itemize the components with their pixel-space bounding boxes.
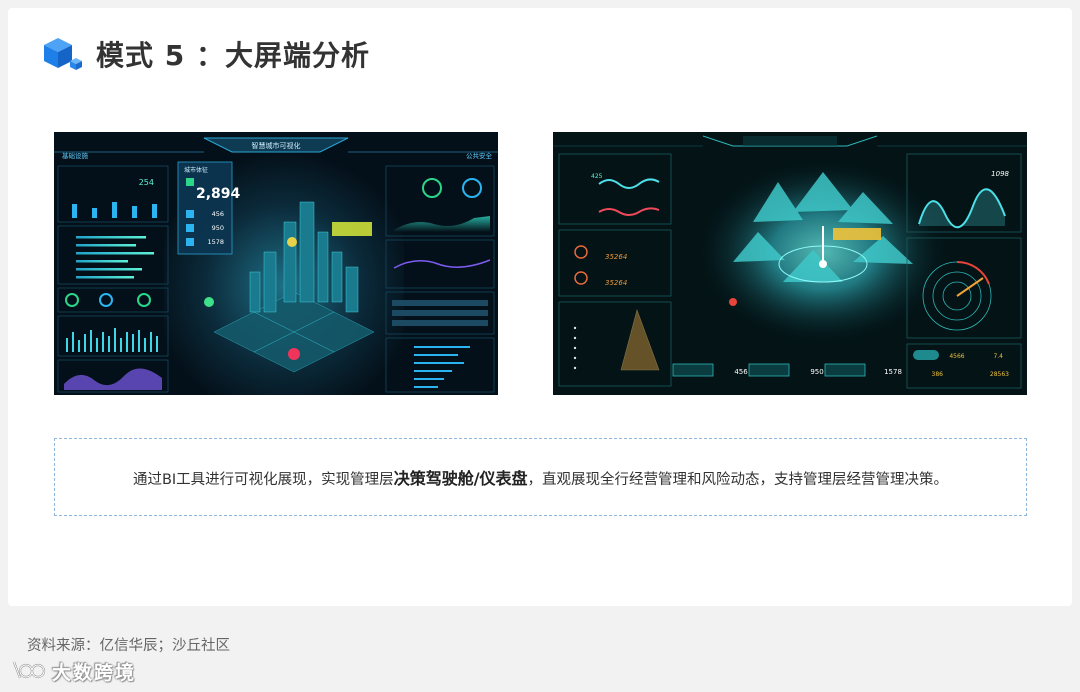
svg-text:7.4: 7.4 xyxy=(993,353,1003,360)
watermark-logo-icon xyxy=(12,661,46,679)
svg-text:456: 456 xyxy=(212,210,224,218)
svg-text:4566: 4566 xyxy=(949,353,964,360)
page-title: 模式 5 ：大屏端分析 xyxy=(96,39,370,72)
dashboard-left-title: 智慧城市可视化 xyxy=(252,141,301,150)
page-header: 模式 5 ：大屏端分析 xyxy=(42,36,370,72)
svg-text:386: 386 xyxy=(932,371,944,378)
description-highlight: 决策驾驶舱/仪表盘 xyxy=(393,469,528,488)
svg-text:28563: 28563 xyxy=(990,371,1009,378)
svg-text:1098: 1098 xyxy=(991,170,1009,178)
svg-text:425: 425 xyxy=(591,173,603,180)
description-prefix: 通过BI工具进行可视化展现，实现管理层 xyxy=(132,472,394,488)
svg-text:456: 456 xyxy=(734,368,748,376)
svg-text:1578: 1578 xyxy=(207,238,224,246)
description-text: 通过BI工具进行可视化展现，实现管理层决策驾驶舱/仪表盘，直观展现全行经营管理和… xyxy=(133,465,948,489)
svg-text:公共安全: 公共安全 xyxy=(466,151,493,160)
svg-text:254: 254 xyxy=(139,178,154,187)
description-suffix: ，直观展现全行经营管理和风险动态，支持管理层经营管理决策。 xyxy=(527,472,949,488)
source-caption: 资料来源：亿信华辰；沙丘社区 xyxy=(27,638,230,654)
watermark-text: 大数跨境 xyxy=(52,661,137,684)
svg-text:1578: 1578 xyxy=(884,368,902,376)
cube-icon xyxy=(42,36,86,72)
svg-text:35264: 35264 xyxy=(605,253,627,261)
svg-text:950: 950 xyxy=(810,368,823,376)
svg-text:35264: 35264 xyxy=(605,279,627,287)
svg-text:2,894: 2,894 xyxy=(196,186,241,202)
svg-text:基础设施: 基础设施 xyxy=(62,151,89,160)
smart-city-dashboard-image: 智慧城市可视化 基础设施 公共安全 254 城市体征 2,894 456 950… xyxy=(54,132,498,395)
watermark: 大数跨境 xyxy=(8,658,136,684)
description-box: 通过BI工具进行可视化展现，实现管理层决策驾驶舱/仪表盘，直观展现全行经营管理和… xyxy=(54,438,1027,516)
terrain-dashboard-image: 425 35264 35264 456 950 1578 1098 4566 7… xyxy=(553,132,1027,395)
svg-text:城市体征: 城市体征 xyxy=(184,166,208,174)
svg-text:950: 950 xyxy=(212,224,224,232)
